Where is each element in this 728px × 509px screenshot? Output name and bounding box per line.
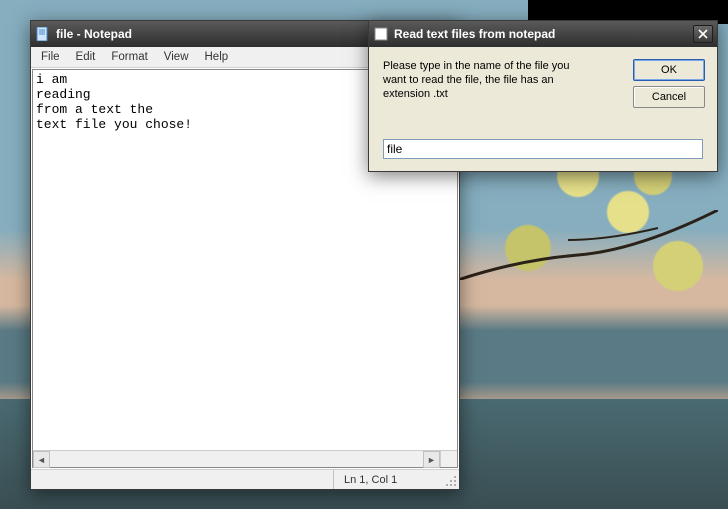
scrollbar-horizontal[interactable]: ◄ ► bbox=[33, 450, 440, 467]
menu-file[interactable]: File bbox=[33, 49, 68, 65]
menu-format[interactable]: Format bbox=[103, 49, 155, 65]
statusbar: Ln 1, Col 1 bbox=[31, 469, 459, 489]
input-dialog: Read text files from notepad Please type… bbox=[368, 20, 718, 172]
menu-edit[interactable]: Edit bbox=[68, 49, 104, 65]
scroll-track[interactable] bbox=[50, 451, 423, 467]
resize-grip[interactable] bbox=[443, 470, 459, 489]
dialog-body: Please type in the name of the file you … bbox=[369, 47, 717, 171]
close-icon bbox=[698, 29, 708, 39]
menu-view[interactable]: View bbox=[156, 49, 197, 65]
ok-button[interactable]: OK bbox=[633, 59, 705, 81]
dialog-close-button[interactable] bbox=[693, 25, 713, 43]
dialog-title: Read text files from notepad bbox=[394, 27, 693, 41]
scroll-right-button[interactable]: ► bbox=[423, 451, 440, 468]
notepad-icon bbox=[35, 26, 51, 42]
status-cursor-pos: Ln 1, Col 1 bbox=[333, 470, 443, 489]
cancel-button[interactable]: Cancel bbox=[633, 86, 705, 108]
menu-help[interactable]: Help bbox=[197, 49, 237, 65]
scrollbar-corner bbox=[440, 450, 457, 467]
dialog-app-icon bbox=[373, 26, 389, 42]
dialog-prompt: Please type in the name of the file you … bbox=[383, 59, 593, 101]
dialog-titlebar[interactable]: Read text files from notepad bbox=[369, 21, 717, 47]
filename-input[interactable] bbox=[383, 139, 703, 159]
scroll-left-button[interactable]: ◄ bbox=[33, 451, 50, 468]
